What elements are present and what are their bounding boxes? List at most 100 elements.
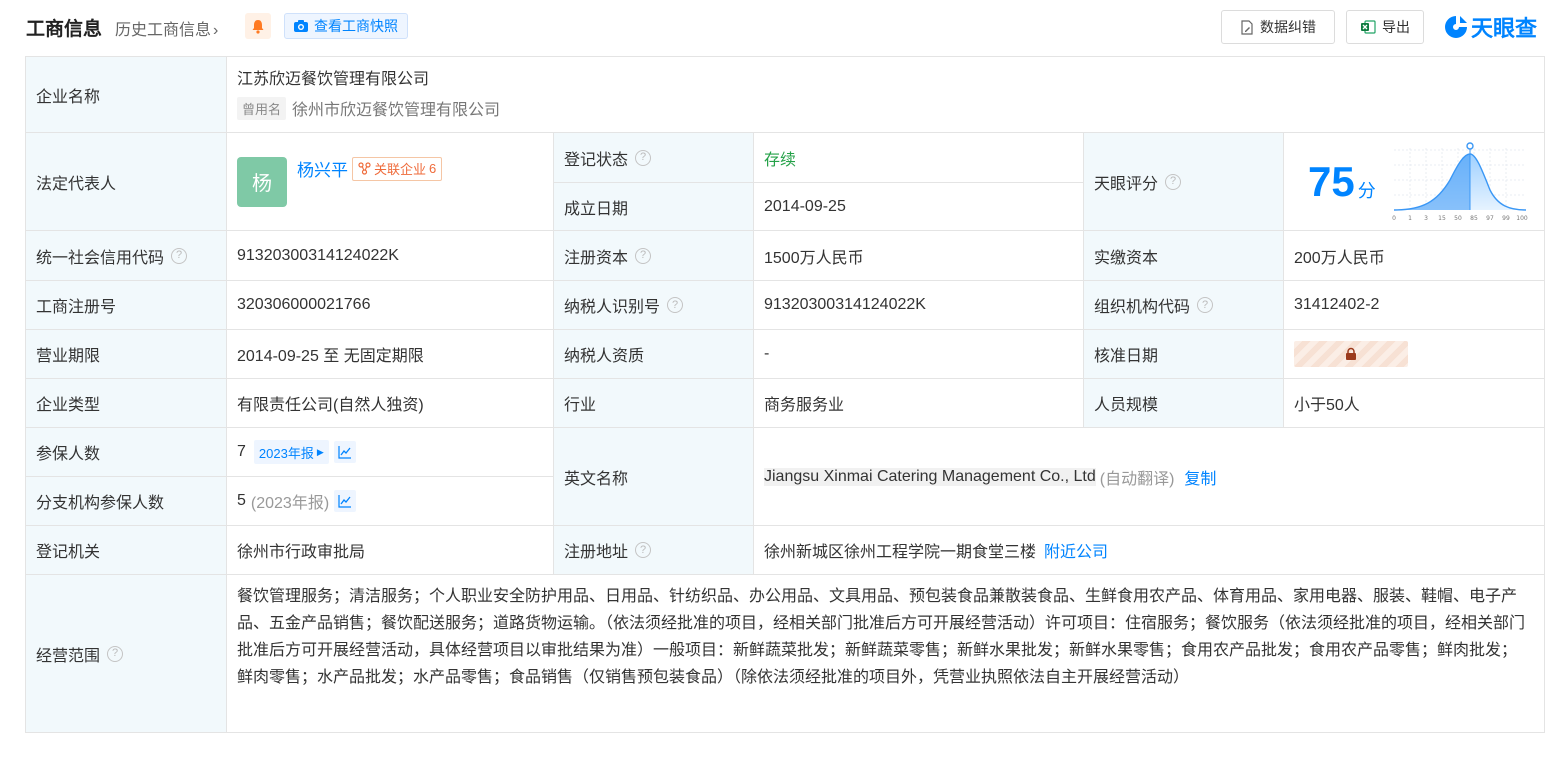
monitor-bell-button[interactable] [245,13,271,39]
label-company-name: 企业名称 [26,57,227,133]
found-date: 2014-09-25 [764,197,846,215]
copy-link[interactable]: 复制 [1184,465,1216,489]
edit-doc-icon [1241,19,1253,35]
help-icon[interactable]: ? [635,149,652,166]
label-text: 营业期限 [36,348,101,365]
reg-no: 320306000021766 [237,296,371,313]
locked-value[interactable] [1294,341,1408,367]
data-correction-label: 数据纠错 [1260,19,1316,35]
score-tick: 50 [1454,215,1462,222]
label-text: 纳税人识别号 [564,299,661,316]
label-insured: 参保人数 [26,428,227,477]
score-tick: 3 [1424,215,1428,222]
tianyancha-logo: 天眼查 [1443,11,1537,43]
related-companies-button[interactable]: 关联企业 6 [352,156,443,181]
branch-insured-cell: 5 (2023年报) [227,477,554,526]
annual-report-button[interactable]: 2023年报 ▶ [253,440,329,464]
avatar[interactable]: 杨 [237,156,287,207]
export-label: 导出 [1382,19,1410,35]
score-unit: 分 [1357,180,1376,201]
history-link-label: 历史工商信息 [115,22,212,39]
label-scope: 经营范围? [26,575,227,733]
label-reg-no: 工商注册号 [26,281,227,330]
score-value: 75 [1308,157,1355,205]
industry: 商务服务业 [764,397,845,414]
excel-icon [1361,20,1376,34]
label-text: 纳税人资质 [564,348,645,365]
label-text: 成立日期 [564,200,629,218]
score-distribution-chart: 0 1 3 15 50 85 97 99 100 [1392,141,1528,222]
score-tick: 100 [1516,215,1528,222]
export-button[interactable]: 导出 [1346,10,1424,44]
label-text: 参保人数 [36,446,101,463]
paid-capital-cell: 200万人民币 [1284,231,1545,281]
help-icon[interactable]: ? [1165,173,1182,190]
section-title: 工商信息 [26,19,103,40]
network-icon [358,162,371,175]
staff-cell: 小于50人 [1284,379,1545,428]
label-text: 登记状态 [564,151,629,169]
label-text: 企业名称 [36,88,101,106]
authority: 徐州市行政审批局 [237,544,366,561]
snapshot-button-label: 查看工商快照 [314,18,398,34]
trend-chart-button[interactable] [333,441,356,463]
help-icon[interactable]: ? [667,297,684,313]
line-chart-icon [338,495,352,508]
business-info-table: 企业名称 江苏欣迈餐饮管理有限公司 曾用名 徐州市欣迈餐饮管理有限公司 法定代表… [25,56,1545,733]
credit-code-cell: 91320300314124022K [227,231,554,281]
label-reg-capital: 注册资本? [554,231,754,281]
taxpayer-id: 91320300314124022K [764,296,926,313]
label-text: 人员规模 [1094,397,1159,414]
help-icon[interactable]: ? [635,247,652,264]
insured-cell: 7 2023年报 ▶ [227,428,554,477]
related-count: 6 [429,161,437,176]
label-paid-capital: 实缴资本 [1084,231,1284,281]
label-text: 登记机关 [36,544,101,561]
company-name: 江苏欣迈餐饮管理有限公司 [237,71,430,88]
label-score: 天眼评分? [1084,133,1284,231]
score-tick: 85 [1470,215,1478,222]
label-text: 企业类型 [36,397,101,414]
label-approve-date: 核准日期 [1084,330,1284,379]
help-icon[interactable]: ? [635,542,652,558]
business-scope: 餐饮管理服务；清洁服务；个人职业安全防护用品、日用品、针纺织品、办公用品、文具用… [237,588,1526,686]
label-text: 行业 [564,397,597,414]
score-tick: 97 [1486,215,1494,222]
annual-report-label: 2023年报 [258,445,314,461]
camera-icon [294,20,308,32]
label-tax-qual: 纳税人资质 [554,330,754,379]
help-icon[interactable]: ? [1197,297,1214,313]
label-text: 统一社会信用代码 [36,249,165,267]
trend-chart-button[interactable] [334,490,357,512]
approve-date-cell [1284,330,1545,379]
label-branch-insured: 分支机构参保人数 [26,477,227,526]
org-code: 31412402-2 [1294,296,1380,313]
label-reg-status: 登记状态? [554,133,754,183]
industry-cell: 商务服务业 [754,379,1084,428]
branch-insured-count: 5 [237,492,246,509]
data-correction-button[interactable]: 数据纠错 [1221,10,1335,44]
credit-code: 91320300314124022K [237,246,399,264]
label-staff: 人员规模 [1084,379,1284,428]
label-org-code: 组织机构代码? [1084,281,1284,330]
help-icon[interactable]: ? [171,247,188,264]
label-term: 营业期限 [26,330,227,379]
label-text: 英文名称 [564,470,629,488]
history-link[interactable]: 历史工商信息 › [115,16,218,40]
help-icon[interactable]: ? [107,645,124,662]
label-type: 企业类型 [26,379,227,428]
company-name-cell: 江苏欣迈餐饮管理有限公司 曾用名 徐州市欣迈餐饮管理有限公司 [227,57,1545,133]
score-cell[interactable]: 75 分 0 1 3 15 50 85 97 99 100 [1284,133,1545,231]
label-text: 分支机构参保人数 [36,495,165,512]
caret-right-icon: ▶ [316,446,324,457]
label-credit-code: 统一社会信用代码? [26,231,227,281]
label-text: 经营范围 [36,647,101,665]
snapshot-button[interactable]: 查看工商快照 [284,13,408,39]
lock-icon [1346,347,1356,360]
legal-rep-link[interactable]: 杨兴平 [297,156,348,181]
logo-mark-icon [1445,16,1467,38]
reg-status-cell: 存续 [754,133,1084,183]
label-text: 法定代表人 [36,175,117,193]
nearby-companies-link[interactable]: 附近公司 [1044,538,1108,562]
label-industry: 行业 [554,379,754,428]
